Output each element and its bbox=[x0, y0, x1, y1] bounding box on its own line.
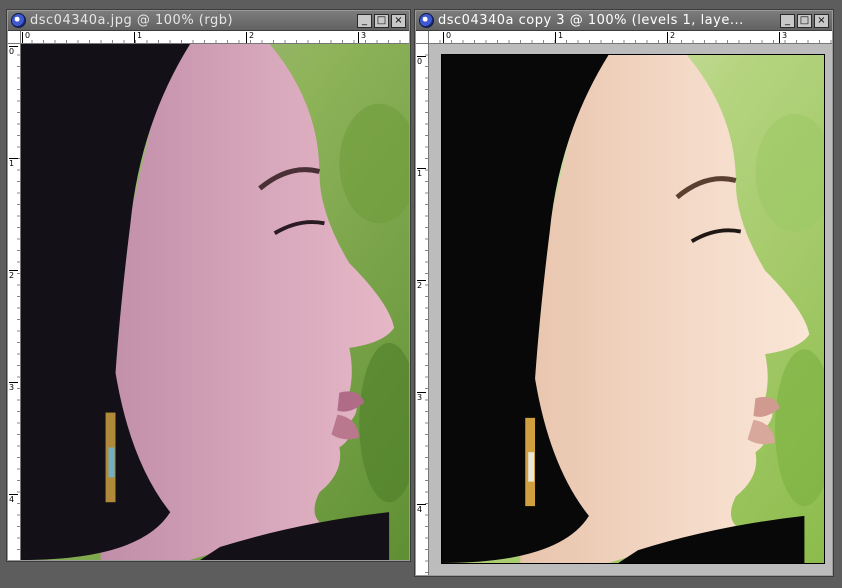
ruler-tick: 1 bbox=[9, 158, 18, 168]
ruler-tick: 0 bbox=[417, 56, 426, 66]
horizontal-ruler[interactable]: 0 1 2 3 bbox=[21, 31, 409, 44]
window-title: dsc04340a copy 3 @ 100% (levels 1, laye.… bbox=[438, 13, 744, 28]
portrait-photo-adjusted[interactable] bbox=[441, 54, 825, 564]
ruler-tick: 3 bbox=[417, 392, 426, 402]
image-window-adjusted[interactable]: dsc04340a copy 3 @ 100% (levels 1, laye.… bbox=[414, 9, 834, 577]
vertical-ruler[interactable]: 0 1 2 3 4 bbox=[416, 44, 429, 575]
close-button[interactable]: × bbox=[391, 14, 406, 28]
window-title: dsc04340a.jpg @ 100% (rgb) bbox=[30, 13, 234, 28]
portrait-illustration bbox=[442, 55, 824, 563]
portrait-photo-original[interactable] bbox=[21, 44, 409, 560]
minimize-button[interactable]: _ bbox=[780, 14, 795, 28]
app-eye-icon bbox=[419, 13, 434, 28]
vertical-ruler[interactable]: 0 1 2 3 4 bbox=[8, 44, 21, 560]
ruler-tick: 1 bbox=[134, 32, 142, 43]
ruler-tick: 4 bbox=[417, 504, 426, 514]
ruler-tick: 3 bbox=[779, 32, 787, 43]
ruler-tick: 0 bbox=[22, 32, 30, 43]
ruler-tick: 2 bbox=[9, 270, 18, 280]
ruler-tick: 2 bbox=[246, 32, 254, 43]
ruler-tick: 2 bbox=[417, 280, 426, 290]
image-canvas[interactable] bbox=[21, 44, 409, 560]
window-titlebar[interactable]: dsc04340a copy 3 @ 100% (levels 1, laye.… bbox=[416, 11, 832, 31]
ruler-tick: 0 bbox=[9, 46, 18, 56]
ruler-tick: 3 bbox=[358, 32, 366, 43]
horizontal-ruler[interactable]: 0 1 2 3 bbox=[429, 31, 832, 44]
ruler-tick: 1 bbox=[417, 168, 426, 178]
ruler-tick: 3 bbox=[9, 382, 18, 392]
image-window-original[interactable]: dsc04340a.jpg @ 100% (rgb) _ □ × 0 1 2 3… bbox=[6, 9, 411, 562]
ruler-origin[interactable] bbox=[8, 31, 21, 44]
ruler-tick: 1 bbox=[555, 32, 563, 43]
ruler-tick: 2 bbox=[667, 32, 675, 43]
maximize-button[interactable]: □ bbox=[374, 14, 389, 28]
image-canvas[interactable] bbox=[429, 44, 832, 575]
ruler-tick: 4 bbox=[9, 494, 18, 504]
portrait-illustration bbox=[21, 44, 409, 560]
close-button[interactable]: × bbox=[814, 14, 829, 28]
window-titlebar[interactable]: dsc04340a.jpg @ 100% (rgb) _ □ × bbox=[8, 11, 409, 31]
minimize-button[interactable]: _ bbox=[357, 14, 372, 28]
maximize-button[interactable]: □ bbox=[797, 14, 812, 28]
ruler-origin[interactable] bbox=[416, 31, 429, 44]
ruler-tick: 0 bbox=[443, 32, 451, 43]
app-eye-icon bbox=[11, 13, 26, 28]
